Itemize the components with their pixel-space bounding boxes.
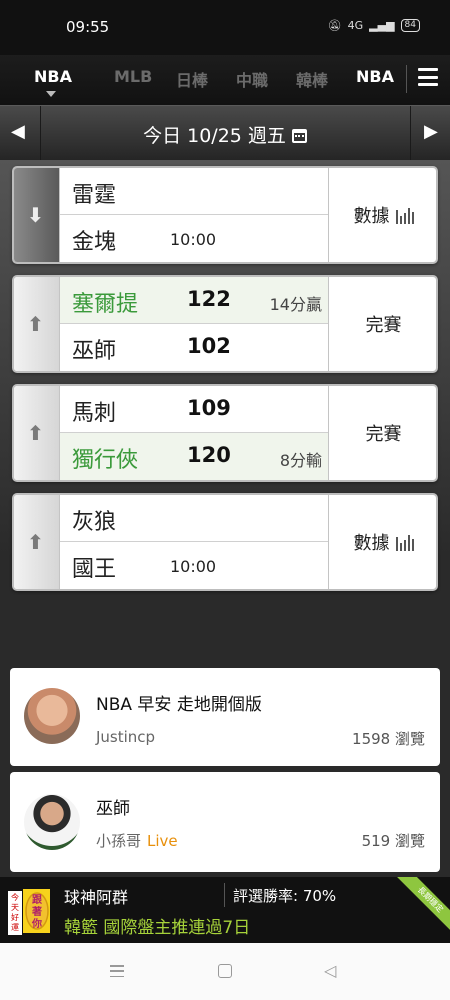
team-name: 巫師 — [72, 339, 117, 364]
calendar-icon[interactable] — [291, 129, 307, 143]
status-label: 完賽 — [365, 424, 402, 445]
banner-logo: 今天好運 跟著你 — [8, 885, 53, 937]
tab-cpbl[interactable]: 中職 — [236, 67, 268, 91]
post-author: Justincp — [96, 728, 156, 746]
expand-toggle[interactable]: ⬆ — [14, 277, 60, 371]
team-name: 馬刺 — [72, 401, 117, 426]
tab-divider — [406, 65, 407, 93]
post-title: 巫師 — [96, 799, 130, 819]
system-nav-bar: ◁ — [0, 943, 450, 1000]
bar-chart-icon — [395, 206, 414, 224]
status-label: 數據 — [353, 206, 390, 227]
expert-name: 球神阿群 — [64, 888, 129, 907]
bar-chart-icon — [395, 533, 414, 551]
score-margin: 14分贏 — [269, 295, 322, 314]
next-day-button[interactable]: ▶ — [424, 121, 438, 142]
active-tab-indicator — [46, 91, 56, 97]
mute-icon: 🔕︎ — [327, 19, 342, 32]
team-name: 獨行俠 — [72, 448, 139, 473]
post-author: 小孫哥 — [96, 832, 142, 850]
expand-toggle[interactable]: ⬆ — [14, 495, 60, 589]
forum-post[interactable]: NBA 早安 走地開個版 Justincp 1598 瀏覽 — [10, 668, 440, 766]
recent-apps-icon[interactable] — [110, 965, 124, 977]
team-row-home: 塞爾提 122 14分贏 — [60, 277, 328, 324]
avatar — [24, 688, 80, 744]
status-icons: 🔕︎ 4G ▂▄▆ 84 — [328, 19, 420, 32]
tab-nba[interactable]: NBA — [34, 67, 72, 86]
status-label: 數據 — [353, 533, 390, 554]
team-score: 109 — [187, 396, 231, 420]
team-score: 102 — [187, 334, 231, 358]
team-name: 國王 — [72, 557, 117, 582]
expand-toggle[interactable]: ⬆ — [14, 386, 60, 480]
promo-banner[interactable]: 今天好運 跟著你 球神阿群 評選勝率: 70% 韓籃 國際盤主推連過7日 長期穩… — [0, 877, 450, 943]
date-selector[interactable]: 今日 10/25 週五 — [0, 121, 450, 148]
post-views: 1598 瀏覽 — [352, 730, 425, 748]
game-status[interactable]: 完賽 — [328, 277, 436, 371]
league-tab-bar: NBA MLB 日棒 中職 韓棒 NBA — [0, 55, 450, 105]
arrow-up-icon: ⬆ — [27, 312, 44, 336]
team-name: 雷霆 — [72, 183, 117, 208]
post-views: 519 瀏覽 — [361, 832, 425, 850]
team-row-home: 雷霆 — [60, 168, 328, 215]
avatar — [24, 794, 80, 850]
game-time: 10:00 — [170, 230, 217, 249]
forum-post[interactable]: 巫師 小孫哥 Live 519 瀏覽 — [10, 772, 440, 872]
stats-button[interactable]: 數據 — [328, 495, 436, 589]
content-area: ⬇ 雷霆 金塊 10:00 數據 ⬆ 塞爾提 122 14分贏 巫師 102 完… — [0, 160, 450, 880]
arrow-up-icon: ⬆ — [27, 530, 44, 554]
post-author-line: 小孫哥 Live — [96, 830, 178, 851]
banner-divider — [224, 883, 225, 907]
game-card[interactable]: ⬆ 塞爾提 122 14分贏 巫師 102 完賽 — [12, 275, 438, 373]
stable-ribbon: 長期穩定 — [396, 877, 450, 934]
tab-nba-current[interactable]: NBA — [356, 67, 394, 86]
battery-icon: 84 — [400, 19, 420, 32]
home-icon[interactable] — [218, 964, 232, 978]
team-score: 120 — [187, 443, 231, 467]
team-row-home: 灰狼 — [60, 495, 328, 542]
back-icon[interactable]: ◁ — [324, 961, 336, 980]
pick-headline: 韓籃 國際盤主推連過7日 — [64, 918, 251, 938]
signal-icon: ▂▄▆ — [369, 19, 395, 32]
team-name: 塞爾提 — [72, 292, 139, 317]
team-name: 金塊 — [72, 230, 117, 255]
logo-text-right: 跟著你 — [32, 895, 42, 930]
team-name: 灰狼 — [72, 510, 117, 535]
arrow-down-icon: ⬇ — [27, 203, 44, 227]
date-bar: ◀ 今日 10/25 週五 ▶ — [0, 105, 450, 161]
arrow-up-icon: ⬆ — [27, 421, 44, 445]
tab-npb[interactable]: 日棒 — [176, 67, 208, 91]
game-card[interactable]: ⬇ 雷霆 金塊 10:00 數據 — [12, 166, 438, 264]
team-row-away: 獨行俠 120 8分輸 — [60, 433, 328, 480]
game-card[interactable]: ⬆ 馬刺 109 獨行俠 120 8分輸 完賽 — [12, 384, 438, 482]
status-time: 09:55 — [66, 18, 110, 36]
win-rate: 評選勝率: 70% — [233, 887, 337, 905]
date-divider-right — [410, 106, 411, 161]
game-card[interactable]: ⬆ 灰狼 國王 10:00 數據 — [12, 493, 438, 591]
post-title: NBA 早安 走地開個版 — [96, 695, 262, 715]
status-bar: 09:55 🔕︎ 4G ▂▄▆ 84 — [0, 0, 450, 55]
team-row-home: 馬刺 109 — [60, 386, 328, 433]
team-score: 122 — [187, 287, 231, 311]
date-label: 今日 10/25 週五 — [143, 125, 286, 147]
stats-button[interactable]: 數據 — [328, 168, 436, 262]
game-time: 10:00 — [170, 557, 217, 576]
score-margin: 8分輸 — [279, 451, 322, 470]
menu-icon[interactable] — [418, 68, 438, 86]
team-row-away: 國王 10:00 — [60, 542, 328, 589]
tab-mlb[interactable]: MLB — [114, 67, 152, 86]
expand-toggle[interactable]: ⬇ — [14, 168, 60, 262]
live-badge: Live — [147, 832, 178, 850]
network-label: 4G — [347, 19, 364, 32]
team-row-away: 巫師 102 — [60, 324, 328, 371]
logo-text-left: 今天好運 — [11, 893, 19, 932]
team-row-away: 金塊 10:00 — [60, 215, 328, 262]
game-status[interactable]: 完賽 — [328, 386, 436, 480]
tab-kbo[interactable]: 韓棒 — [296, 67, 328, 91]
ribbon-wrapper: 長期穩定 — [390, 877, 450, 943]
status-label: 完賽 — [365, 315, 402, 336]
